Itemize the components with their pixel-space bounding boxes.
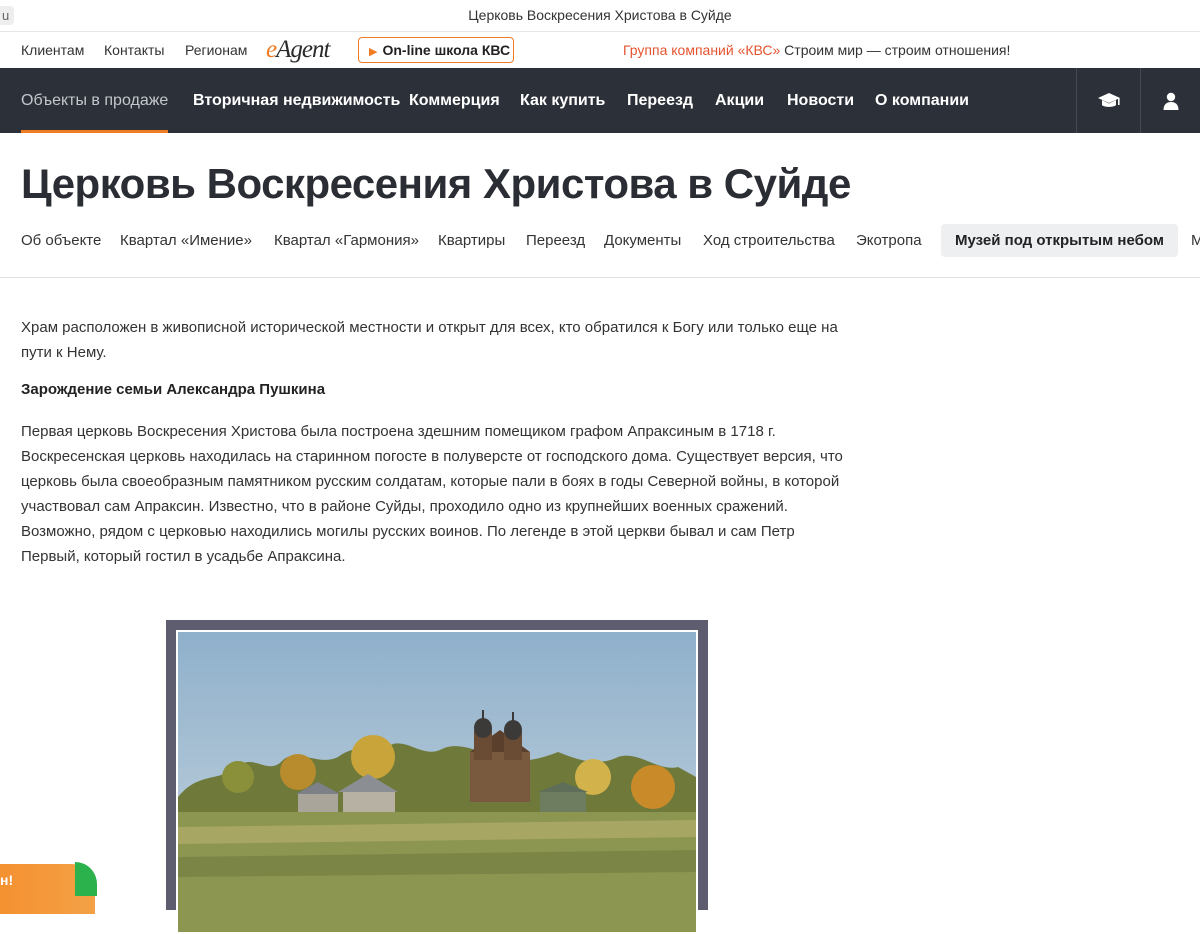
subnav-quarter-imenie[interactable]: Квартал «Имение» (120, 224, 252, 257)
subnav-construction-progress[interactable]: Ход строительства (703, 224, 835, 257)
section-divider (0, 277, 1200, 278)
article-subheading: Зарождение семьи Александра Пушкина (21, 381, 326, 398)
object-subnav: Об объекте Квартал «Имение» Квартал «Гар… (0, 224, 1200, 258)
subnav-more-truncated[interactable]: М (1191, 224, 1200, 257)
subnav-apartments[interactable]: Квартиры (438, 224, 505, 257)
subnav-quarter-garmonia[interactable]: Квартал «Гармония» (274, 224, 419, 257)
topbar-link-regions[interactable]: Регионам (185, 42, 247, 58)
subnav-eco-trail[interactable]: Экотропа (856, 224, 922, 257)
company-slogan: Группа компаний «КВС» Строим мир — строи… (623, 42, 1011, 58)
chat-widget-label: н! (0, 872, 14, 888)
nav-promotions[interactable]: Акции (715, 68, 764, 133)
article-body: Первая церковь Воскресения Христова была… (21, 423, 843, 565)
subnav-documents[interactable]: Документы (604, 224, 681, 257)
chat-online-indicator (75, 862, 97, 896)
subnav-about-object[interactable]: Об объекте (21, 224, 101, 257)
nav-commerce[interactable]: Коммерция (409, 68, 500, 133)
top-utility-bar (0, 32, 1200, 68)
eagent-logo[interactable]: eAgent (266, 36, 330, 64)
church-photo (176, 630, 698, 934)
nav-news[interactable]: Новости (787, 68, 854, 133)
user-icon (1163, 92, 1179, 110)
slogan-company-link[interactable]: Группа компаний «КВС» (623, 42, 780, 58)
play-icon: ▶ (369, 46, 378, 58)
nav-secondary-realty[interactable]: Вторичная недвижимость (193, 68, 400, 133)
graduation-cap-icon (1098, 92, 1120, 107)
article-intro: Храм расположен в живописной историческо… (21, 319, 838, 361)
account-nav-button[interactable] (1140, 68, 1200, 133)
chat-widget-button[interactable]: н! (0, 862, 97, 914)
topbar-link-contacts[interactable]: Контакты (104, 42, 164, 58)
browser-title-bar: u Церковь Воскресения Христова в Суйде (0, 0, 1200, 32)
subnav-relocation[interactable]: Переезд (526, 224, 585, 257)
church-photo-illustration (178, 632, 696, 932)
church-photo-frame (166, 620, 708, 934)
nav-relocation[interactable]: Переезд (627, 68, 693, 133)
topbar-link-clients[interactable]: Клиентам (21, 42, 84, 58)
page-title: Церковь Воскресения Христова в Суйде (21, 160, 851, 207)
nav-about-company[interactable]: О компании (875, 68, 969, 133)
window-title: Церковь Воскресения Христова в Суйде (468, 7, 732, 23)
main-navigation: Объекты в продаже Вторичная недвижимость… (0, 68, 1200, 133)
nav-objects-for-sale[interactable]: Объекты в продаже (21, 68, 169, 133)
nav-how-to-buy[interactable]: Как купить (520, 68, 605, 133)
online-school-button[interactable]: ▶ On-line школа КВС (358, 37, 514, 63)
school-nav-button[interactable] (1076, 68, 1141, 133)
subnav-open-air-museum[interactable]: Музей под открытым небом (941, 224, 1178, 257)
